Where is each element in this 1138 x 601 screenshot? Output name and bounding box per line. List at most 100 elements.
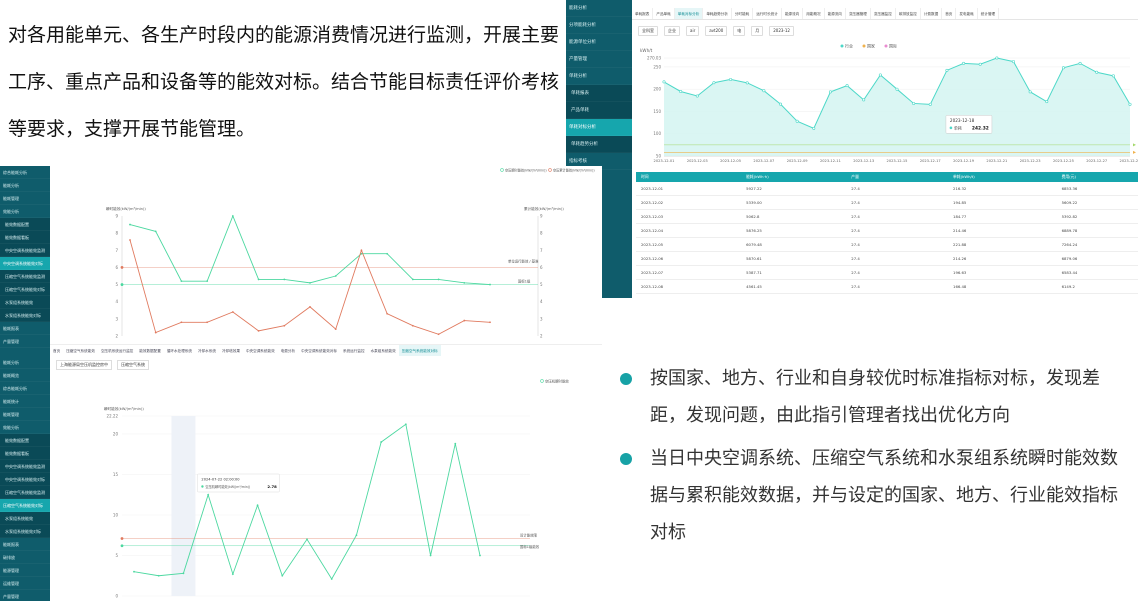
tab-item[interactable]: 首页 [942, 8, 957, 19]
table-row[interactable]: 2023-12-05 6079.48 27.4 221.88 7264.24 [636, 238, 1138, 252]
sidebar-item[interactable]: 水泵组系统能效对标 [0, 525, 50, 538]
tab-item[interactable]: 单耗报表 [632, 8, 654, 19]
sidebar-item[interactable]: 能耗分析 [0, 179, 50, 192]
sidebar-item[interactable]: 能耗报表 [0, 322, 50, 335]
tab-item[interactable]: 能源流向 [825, 8, 846, 19]
table-row[interactable]: 2023-12-03 5062.8 27.4 184.77 5392.82 [636, 210, 1138, 224]
sidebar-item[interactable]: 能耗统计 [0, 395, 50, 408]
sidebar-item[interactable]: 压缩空气系统能效监测 [0, 270, 50, 283]
sidebar-item[interactable]: 单耗分析 [566, 68, 632, 85]
sidebar-item[interactable]: 产量管理 [0, 590, 50, 601]
table-row[interactable]: 2023-12-08 4561.45 27.4 166.48 6149.2 [636, 280, 1138, 294]
filter-select[interactable]: 电 [733, 26, 746, 36]
table-row[interactable]: 2023-12-07 5387.71 27.4 196.63 6583.44 [636, 266, 1138, 280]
tab-item[interactable]: 空压机系统运行监控 [98, 345, 136, 356]
y-tick-label-right: 2 [540, 334, 543, 339]
tab-item[interactable]: 系统运行监控 [340, 345, 368, 356]
sidebar-item[interactable]: 单耗对标分析 [566, 119, 632, 136]
sidebar-item[interactable]: 水泵组系统能效 [0, 296, 50, 309]
tab-item[interactable]: 首页 [50, 345, 63, 356]
x-tick-label: 2023-12-25 [1053, 159, 1074, 163]
filter-select[interactable]: 企业 [664, 26, 680, 36]
sidebar-item[interactable]: 能源管理 [0, 564, 50, 577]
sidebar-item[interactable]: 单耗趋势分析 [566, 136, 632, 153]
sidebar-item[interactable]: 产量管理 [0, 335, 50, 348]
sidebar-item[interactable]: 产品单耗 [566, 102, 632, 119]
tab-item[interactable]: 中央空调系统能效 [243, 345, 278, 356]
sidebar-item[interactable]: 能效数据看板 [0, 231, 50, 244]
sidebar-item[interactable]: 分项能耗分析 [566, 17, 632, 34]
sidebar-item[interactable]: 效能分析 [0, 421, 50, 434]
y-axis-label: 瞬时能效(kW/(m³/min)) [104, 406, 144, 411]
tab-item[interactable]: 分时能耗 [732, 8, 754, 19]
sidebar-item[interactable]: 综合能耗分析 [0, 166, 50, 179]
tab-item[interactable]: 电费分析 [278, 345, 298, 356]
sidebar-item[interactable]: 能效数据配置 [0, 218, 50, 231]
tab-item[interactable]: 用能概况 [803, 8, 825, 19]
tab-item[interactable]: 冷却塔效果 [219, 345, 243, 356]
sidebar-item[interactable]: 中央空调系统能效监测 [0, 460, 50, 473]
tab-item[interactable]: 运行时长统计 [753, 8, 782, 19]
tab-item[interactable]: 碳排放监控 [896, 8, 921, 19]
sidebar-item[interactable]: 能耗管理 [0, 408, 50, 421]
sidebar-item[interactable]: 能耗概览 [0, 369, 50, 382]
sidebar-item[interactable]: 运维管理 [0, 577, 50, 590]
data-point [129, 239, 131, 241]
tab-item[interactable]: 产品单耗 [653, 8, 675, 19]
sidebar-item[interactable]: 能耗分析 [0, 356, 50, 369]
sidebar-item[interactable]: 压缩空气系统能效监测 [0, 486, 50, 499]
tab-item[interactable]: 中央空调系统能效对标 [298, 345, 340, 356]
sidebar-item[interactable]: 压缩空气系统能效对标 [0, 499, 50, 512]
sidebar-item[interactable]: 能源单位分析 [566, 34, 632, 51]
sidebar-item[interactable]: 能耗报表 [0, 538, 50, 551]
data-point [257, 278, 260, 281]
tab-item[interactable]: 单耗趋势分析 [703, 8, 732, 19]
sidebar-item[interactable]: 能耗分析 [566, 0, 632, 17]
filter-select[interactable]: avt200 [705, 26, 728, 36]
table-row[interactable]: 2023-12-06 5870.61 27.4 214.26 6879.06 [636, 252, 1138, 266]
table-row[interactable]: 2023-12-02 5339.00 27.4 194.85 5609.22 [636, 196, 1138, 210]
filter-select[interactable]: 月 [751, 26, 764, 36]
tab-item[interactable]: 能源流向 [782, 8, 804, 19]
tab-item[interactable]: 压缩空气系统能效 [63, 345, 98, 356]
sidebar-item[interactable]: 效能分析 [0, 205, 50, 218]
reference-marker-icon [1133, 143, 1136, 147]
sidebar-item[interactable]: 中央空调系统能效对标 [0, 473, 50, 486]
sidebar-item[interactable]: 能耗管理 [0, 192, 50, 205]
sidebar-item[interactable]: 碳排放 [0, 551, 50, 564]
tab-item[interactable]: 压缩空气系统能效对标 [398, 345, 441, 356]
filter-select[interactable]: 压缩空气系统 [117, 360, 149, 370]
data-point [812, 126, 816, 130]
sidebar-item[interactable]: 综合能耗分析 [0, 382, 50, 395]
table-row[interactable]: 2023-12-04 5876.25 27.4 214.46 6889.78 [636, 224, 1138, 238]
sidebar-item[interactable]: 中央空调系统能效对标 [0, 257, 50, 270]
tab-item[interactable]: 能效数据配置 [136, 345, 164, 356]
tab-item[interactable]: 冷却水系统 [195, 345, 219, 356]
tab-item[interactable]: 单耗对标分析 [674, 8, 704, 19]
sidebar-item[interactable]: 水泵组系统能效 [0, 512, 50, 525]
legend-dot-icon [500, 168, 504, 172]
filter-select[interactable]: air [686, 26, 700, 36]
legend-label: 国家 [867, 43, 875, 49]
tab-item[interactable]: 变压器监控 [871, 8, 896, 19]
sidebar-item[interactable]: 中央空调系统能效监测 [0, 244, 50, 257]
sidebar-item[interactable]: 能效数据看板 [0, 447, 50, 460]
sidebar-item[interactable]: 单耗报表 [566, 85, 632, 102]
reference-label: 设计能效限 [520, 532, 538, 537]
series-area [664, 58, 1130, 156]
table-row[interactable]: 2023-12-01 5927.22 27.4 216.32 6853.36 [636, 182, 1138, 196]
filter-select[interactable]: 全科室 [638, 26, 658, 36]
y-tick-label: 5 [115, 553, 118, 558]
sidebar-item[interactable]: 产量管理 [566, 51, 632, 68]
sidebar-item[interactable]: 压缩空气系统能效对标 [0, 283, 50, 296]
filter-select[interactable]: 上海能源局空压机监控房中 [56, 360, 112, 370]
tab-item[interactable]: 统计管理 [978, 8, 1000, 19]
tab-item[interactable]: 变压器管理 [846, 8, 871, 19]
tab-item[interactable]: 发电能耗 [956, 8, 978, 19]
tab-item[interactable]: 水泵组系统能效 [368, 345, 399, 356]
tab-item[interactable]: 计费数据 [921, 8, 943, 19]
sidebar-item[interactable]: 水泵组系统能效对标 [0, 309, 50, 322]
tab-item[interactable]: 循环水处理系统 [164, 345, 195, 356]
sidebar-item[interactable]: 能效数据配置 [0, 434, 50, 447]
filter-select[interactable]: 2023-12 [769, 26, 794, 36]
